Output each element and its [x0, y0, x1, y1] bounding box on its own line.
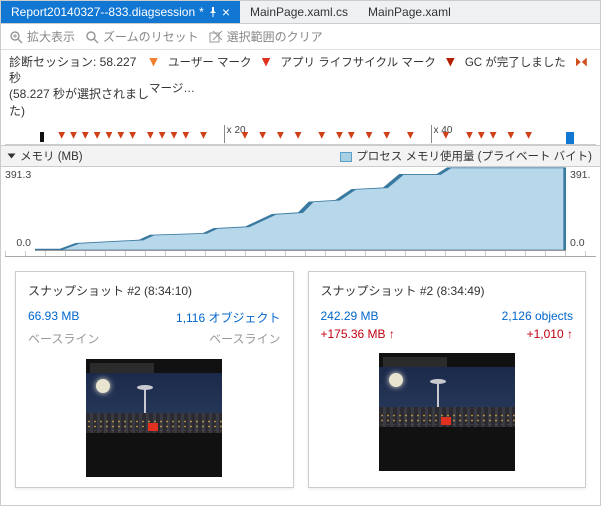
delta-mem[interactable]: +175.36 MB ↑ — [321, 327, 395, 341]
snapshot-thumbnail — [86, 359, 222, 477]
gc-mark-icon — [446, 58, 455, 67]
memory-area-chart[interactable] — [35, 167, 566, 251]
user-mark-label: ユーザー マーク — [168, 54, 251, 70]
snapshot-mem-link[interactable]: 242.29 MB — [321, 309, 379, 323]
lifecycle-mark-label: アプリ ライフサイクル マーク — [281, 54, 436, 70]
merge-mark-icon — [576, 58, 587, 67]
snapshot-objects-link[interactable]: 1,116 オブジェクト — [176, 309, 280, 326]
toolbar: 拡大表示 ズームのリセット 選択範囲のクリア — [1, 24, 600, 50]
tab-report-diagsession[interactable]: Report20140327--833.diagsession * × — [1, 1, 240, 23]
series-label: プロセス メモリ使用量 (プライベート バイト) — [356, 151, 592, 163]
session-duration: 診断セッション: 58.227 秒 — [9, 54, 149, 86]
clear-selection-label: 選択範囲のクリア — [227, 28, 323, 45]
snapshot-mem-link[interactable]: 66.93 MB — [28, 309, 79, 326]
clear-selection-button[interactable]: 選択範囲のクリア — [209, 28, 323, 45]
tab-label: MainPage.xaml.cs — [250, 5, 348, 19]
series-color-swatch — [340, 152, 352, 162]
y-max: 391.3 — [5, 169, 31, 181]
chart-title: メモリ (MB) — [20, 148, 83, 164]
snapshot-card-2[interactable]: スナップショット #2 (8:34:49) 242.29 MB 2,126 ob… — [308, 271, 587, 488]
modified-indicator: * — [199, 5, 204, 19]
y-axis-left: 391.3 0.0 — [1, 167, 35, 251]
delta-objects[interactable]: +1,010 ↑ — [527, 327, 573, 341]
snapshot-title: スナップショット #2 (8:34:10) — [28, 282, 281, 299]
up-arrow-icon: ↑ — [389, 327, 395, 341]
close-icon[interactable]: × — [222, 5, 230, 19]
merge-mark-label: マージ… — [149, 80, 195, 96]
gc-mark-label: GC が完了しました — [465, 54, 566, 70]
snapshot-objects-link[interactable]: 2,126 objects — [502, 309, 573, 323]
lifecycle-mark-icon — [262, 58, 271, 67]
snapshot-card-1[interactable]: スナップショット #2 (8:34:10) 66.93 MB 1,116 オブジ… — [15, 271, 294, 488]
collapse-chart-icon[interactable] — [8, 153, 16, 158]
session-info: 診断セッション: 58.227 秒 (58.227 秒が選択されました) — [9, 54, 149, 119]
clear-selection-icon — [209, 30, 223, 44]
snapshot-thumbnail — [379, 353, 515, 471]
zoom-in-button[interactable]: 拡大表示 — [9, 28, 75, 45]
baseline-left: ベースライン — [28, 330, 99, 347]
timeline-marks — [5, 132, 596, 142]
chart-legend: プロセス メモリ使用量 (プライベート バイト) — [340, 148, 592, 164]
y-min-r: 0.0 — [570, 237, 596, 249]
zoom-reset-label: ズームのリセット — [103, 28, 199, 45]
tab-label: MainPage.xaml — [368, 5, 451, 19]
tab-mainpage-cs[interactable]: MainPage.xaml.cs — [240, 1, 358, 23]
marks-legend: ユーザー マーク アプリ ライフサイクル マーク GC が完了しました マージ… — [149, 54, 592, 96]
timeline-ruler[interactable]: x 20 x 40 — [5, 123, 596, 145]
snapshot-panel: スナップショット #2 (8:34:10) 66.93 MB 1,116 オブジ… — [1, 257, 600, 502]
magnify-reset-icon — [85, 30, 99, 44]
tab-label: Report20140327--833.diagsession — [11, 5, 195, 19]
zoom-reset-button[interactable]: ズームのリセット — [85, 28, 199, 45]
tab-bar: Report20140327--833.diagsession * × MainP… — [1, 1, 600, 24]
session-selection: (58.227 秒が選択されました) — [9, 86, 149, 118]
pin-icon[interactable] — [208, 7, 218, 17]
snapshot-title: スナップショット #2 (8:34:49) — [321, 282, 574, 299]
zoom-in-label: 拡大表示 — [27, 28, 75, 45]
user-mark-icon — [149, 58, 158, 67]
baseline-right: ベースライン — [209, 330, 280, 347]
y-max-r: 391. — [570, 169, 596, 181]
up-arrow-icon: ↑ — [567, 327, 573, 341]
y-axis-right: 391. 0.0 — [566, 167, 600, 251]
tab-mainpage-xaml[interactable]: MainPage.xaml — [358, 1, 461, 23]
magnify-plus-icon — [9, 30, 23, 44]
y-min: 0.0 — [5, 237, 31, 249]
